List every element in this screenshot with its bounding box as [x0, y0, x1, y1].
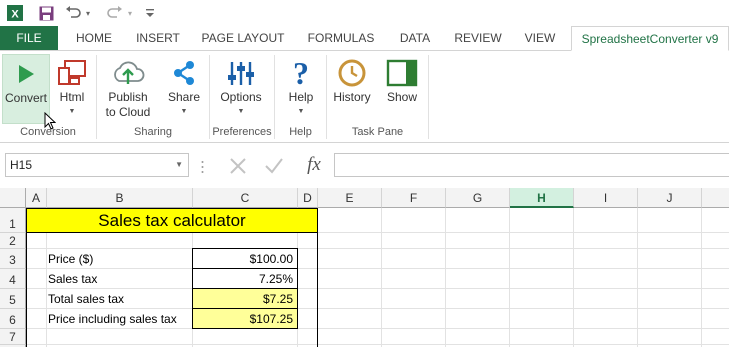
task-pane-icon — [382, 56, 422, 90]
html-button[interactable]: Html ▼ — [52, 54, 92, 124]
publish-label-line2: to Cloud — [105, 105, 151, 119]
name-box[interactable]: H15 ▼ — [5, 153, 189, 177]
tab-formulas[interactable]: FORMULAS — [300, 26, 382, 50]
quick-access-toolbar: X ▾ ▾ — [0, 0, 729, 26]
ribbon-panel: Convert Html ▼ Publish to Cloud Share ▼ … — [0, 51, 729, 143]
sales-tax-label[interactable]: Sales tax — [48, 269, 192, 289]
share-icon — [164, 56, 204, 90]
help-button[interactable]: ? Help ▼ — [280, 54, 322, 124]
total-sales-tax-output-cell[interactable]: $7.25 — [192, 288, 298, 309]
group-label-preferences: Preferences — [212, 126, 272, 138]
sliders-icon — [221, 56, 261, 90]
name-box-dropdown-icon[interactable]: ▼ — [175, 154, 183, 176]
group-label-task-pane: Task Pane — [351, 126, 404, 138]
column-header-k[interactable] — [702, 188, 729, 208]
html-devices-icon — [52, 56, 92, 90]
total-sales-tax-label[interactable]: Total sales tax — [48, 289, 192, 309]
ribbon-tabs: FILE HOME INSERT PAGE LAYOUT FORMULAS DA… — [0, 26, 729, 51]
group-label-help: Help — [289, 126, 312, 138]
show-label: Show — [386, 90, 418, 104]
row-header-7[interactable]: 7 — [0, 329, 26, 345]
tab-data[interactable]: DATA — [388, 26, 442, 50]
sheet-title-cell[interactable]: Sales tax calculator — [26, 208, 318, 233]
formula-bar-grip-icon[interactable] — [201, 160, 204, 174]
excel-logo-icon: X — [6, 3, 24, 23]
history-label: History — [333, 90, 371, 104]
formula-bar: H15 ▼ fx — [0, 150, 729, 182]
enter-entry-icon[interactable] — [264, 156, 284, 176]
column-header-a[interactable]: A — [26, 188, 47, 208]
redo-icon[interactable] — [106, 3, 124, 23]
html-dropdown-icon: ▼ — [68, 108, 76, 115]
svg-text:X: X — [11, 9, 19, 21]
convert-button[interactable]: Convert — [2, 54, 50, 124]
worksheet-grid: A B C D E F G H I J 1 2 3 4 5 6 7 Sales … — [0, 188, 729, 347]
history-button[interactable]: History — [330, 54, 374, 124]
tab-page-layout[interactable]: PAGE LAYOUT — [196, 26, 290, 50]
price-label[interactable]: Price ($) — [48, 249, 192, 269]
tab-insert[interactable]: INSERT — [128, 26, 188, 50]
help-label: Help — [288, 90, 314, 104]
price-incl-output-cell[interactable]: $107.25 — [192, 308, 298, 329]
price-input-cell[interactable]: $100.00 — [192, 248, 298, 269]
column-header-i[interactable]: I — [574, 188, 638, 208]
group-separator — [428, 55, 429, 139]
tab-spreadsheetconverter[interactable]: SpreadsheetConverter v9 — [571, 26, 729, 51]
price-incl-label[interactable]: Price including sales tax — [48, 309, 192, 329]
insert-function-icon[interactable]: fx — [302, 152, 326, 178]
column-header-h[interactable]: H — [510, 188, 574, 208]
column-header-c[interactable]: C — [193, 188, 298, 208]
row-header-1[interactable]: 1 — [0, 208, 26, 233]
tab-view[interactable]: VIEW — [514, 26, 566, 50]
options-button[interactable]: Options ▼ — [214, 54, 268, 124]
clock-icon — [332, 56, 372, 90]
customize-qat-icon[interactable] — [145, 3, 155, 23]
formula-input[interactable] — [334, 153, 729, 177]
sales-tax-input-cell[interactable]: 7.25% — [192, 268, 298, 289]
tab-review[interactable]: REVIEW — [448, 26, 508, 50]
column-header-d[interactable]: D — [298, 188, 318, 208]
options-label: Options — [220, 90, 262, 104]
convert-label: Convert — [4, 91, 48, 105]
select-all-corner[interactable] — [0, 188, 26, 208]
tab-home[interactable]: HOME — [66, 26, 122, 50]
html-label: Html — [59, 90, 85, 104]
row-header-6[interactable]: 6 — [0, 309, 26, 329]
group-label-sharing: Sharing — [134, 126, 172, 138]
column-header-j[interactable]: J — [638, 188, 702, 208]
save-icon[interactable] — [37, 3, 55, 23]
undo-icon[interactable] — [64, 3, 82, 23]
show-task-pane-button[interactable]: Show — [380, 54, 424, 124]
column-header-e[interactable]: E — [318, 188, 382, 208]
help-dropdown-icon: ▼ — [297, 108, 305, 115]
name-box-value: H15 — [10, 158, 33, 172]
play-icon — [6, 57, 46, 91]
row-header-3[interactable]: 3 — [0, 249, 26, 269]
mouse-cursor-icon — [44, 111, 57, 130]
share-label: Share — [167, 90, 201, 104]
question-mark-icon: ? — [293, 55, 309, 91]
row-header-5[interactable]: 5 — [0, 289, 26, 309]
column-header-f[interactable]: F — [382, 188, 446, 208]
row-header-2[interactable]: 2 — [0, 233, 26, 249]
publish-to-cloud-button[interactable]: Publish to Cloud — [100, 54, 156, 124]
tab-file[interactable]: FILE — [0, 26, 58, 50]
undo-dropdown-icon[interactable]: ▾ — [84, 3, 92, 23]
column-header-b[interactable]: B — [47, 188, 193, 208]
share-dropdown-icon: ▼ — [180, 108, 188, 115]
cloud-upload-icon — [108, 56, 148, 90]
column-header-g[interactable]: G — [446, 188, 510, 208]
share-button[interactable]: Share ▼ — [162, 54, 206, 124]
row-header-4[interactable]: 4 — [0, 269, 26, 289]
options-dropdown-icon: ▼ — [237, 108, 245, 115]
publish-label-line1: Publish — [108, 90, 148, 104]
cancel-entry-icon[interactable] — [228, 156, 248, 176]
redo-dropdown-icon[interactable]: ▾ — [126, 3, 134, 23]
